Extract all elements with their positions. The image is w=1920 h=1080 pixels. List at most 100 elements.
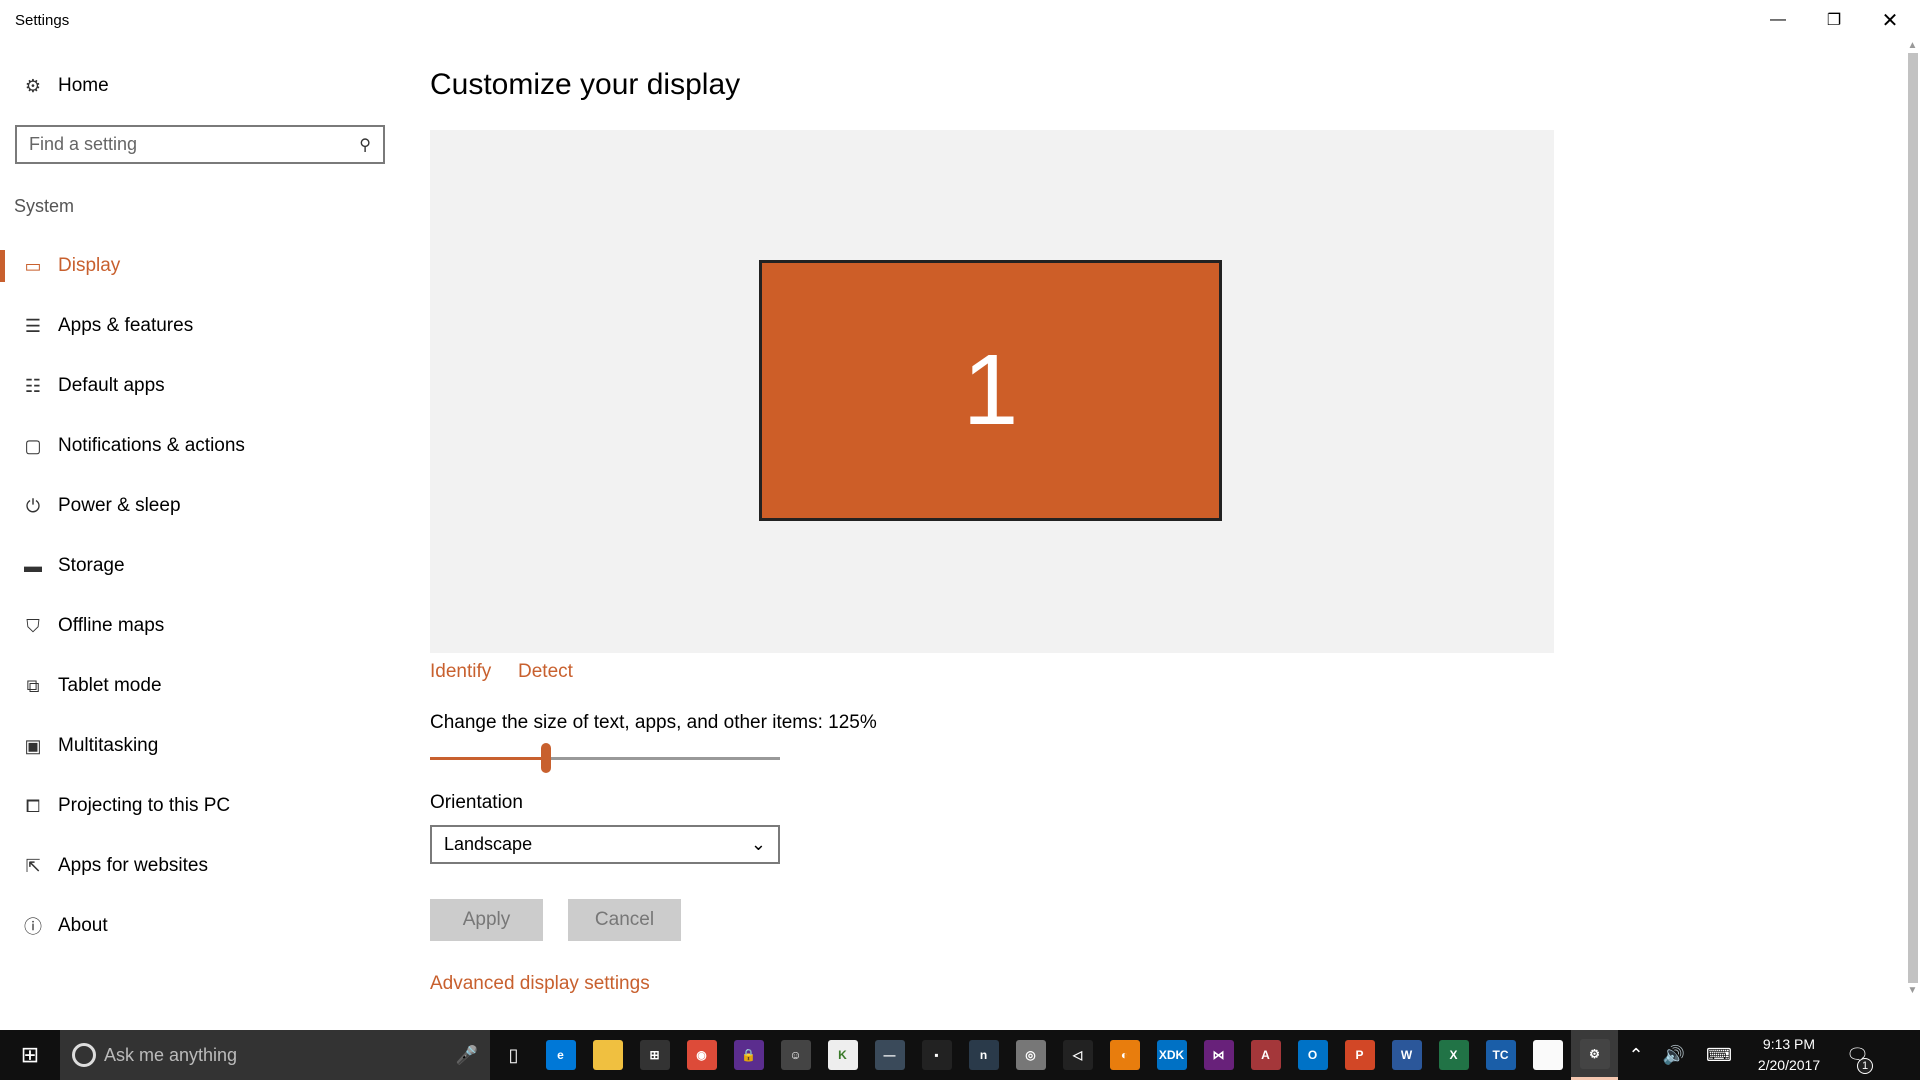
- taskbar-word-button[interactable]: W: [1383, 1030, 1430, 1080]
- sidebar-item-label: Notifications & actions: [58, 435, 245, 456]
- sidebar-item-projecting-to-this-pc[interactable]: ⧠ Projecting to this PC: [0, 778, 400, 834]
- sidebar-item-about[interactable]: ⓘ About: [0, 898, 400, 954]
- scrollbar[interactable]: ▲ ▼: [1905, 40, 1920, 1030]
- taskbar-chrome-button[interactable]: ◉: [678, 1030, 725, 1080]
- eye-app-icon: ◎: [1015, 1040, 1046, 1070]
- taskbar-unity-button[interactable]: ◁: [1054, 1030, 1101, 1080]
- taskbar-tc-button[interactable]: TC: [1477, 1030, 1524, 1080]
- settings-icon: ⚙: [1579, 1038, 1610, 1069]
- sidebar-item-display[interactable]: ▭ Display: [0, 238, 400, 294]
- tc-icon: TC: [1485, 1040, 1516, 1070]
- taskbar-file-explorer-button[interactable]: [584, 1030, 631, 1080]
- sidebar-item-storage[interactable]: ▬ Storage: [0, 538, 400, 594]
- clock[interactable]: 9:13 PM 2/20/2017: [1744, 1034, 1834, 1076]
- taskbar-dash-app-button[interactable]: —: [866, 1030, 913, 1080]
- close-button[interactable]: ✕: [1862, 0, 1918, 40]
- orientation-dropdown[interactable]: Landscape ⌄: [430, 825, 780, 864]
- sidebar-item-label: Display: [58, 255, 121, 276]
- sidebar-item-label: Tablet mode: [58, 675, 162, 696]
- multitasking-icon: ▣: [24, 735, 42, 756]
- notification-badge: 1: [1857, 1058, 1873, 1074]
- taskbar-xdk-button[interactable]: XDK: [1148, 1030, 1195, 1080]
- sidebar-item-default-apps[interactable]: ☷ Default apps: [0, 358, 400, 414]
- sidebar-item-power-sleep[interactable]: ⏻ Power & sleep: [0, 478, 400, 534]
- sidebar-item-notifications-actions[interactable]: ▢ Notifications & actions: [0, 418, 400, 474]
- sidebar-item-multitasking[interactable]: ▣ Multitasking: [0, 718, 400, 774]
- taskbar-visual-studio-button[interactable]: ⋈: [1195, 1030, 1242, 1080]
- microphone-icon[interactable]: 🎤: [456, 1045, 478, 1066]
- taskbar-store-button[interactable]: ⊞: [631, 1030, 678, 1080]
- taskbar-mascot-app-button[interactable]: ☺: [772, 1030, 819, 1080]
- sidebar-item-apps-features[interactable]: ☰ Apps & features: [0, 298, 400, 354]
- action-center-button[interactable]: 🗨 1: [1834, 1030, 1881, 1080]
- taskbar-lock-app-button[interactable]: 🔒: [725, 1030, 772, 1080]
- sidebar-item-tablet-mode[interactable]: ⧉ Tablet mode: [0, 658, 400, 714]
- taskbar-blender-button[interactable]: ◐: [1101, 1030, 1148, 1080]
- word-icon: W: [1391, 1040, 1422, 1070]
- sidebar-item-label: Offline maps: [58, 615, 165, 636]
- taskbar-edge-button[interactable]: e: [537, 1030, 584, 1080]
- show-hidden-icons-button[interactable]: ⌃: [1618, 1030, 1654, 1080]
- sidebar-item-label: Apps for websites: [58, 855, 208, 876]
- n-app-icon: n: [968, 1040, 999, 1070]
- monitor-1[interactable]: 1: [759, 260, 1222, 521]
- time: 9:13 PM: [1762, 1036, 1816, 1052]
- file-icon: [1532, 1040, 1563, 1070]
- taskbar-file-button[interactable]: [1524, 1030, 1571, 1080]
- sidebar-home[interactable]: ⚙ Home: [0, 58, 400, 114]
- volume-icon[interactable]: 🔊: [1654, 1030, 1694, 1080]
- sidebar-item-label: About: [58, 915, 108, 936]
- apply-button[interactable]: Apply: [430, 899, 543, 941]
- taskbar-outlook-button[interactable]: O: [1289, 1030, 1336, 1080]
- advanced-display-settings-link[interactable]: Advanced display settings: [430, 973, 650, 995]
- map-icon: ⛉: [26, 615, 40, 636]
- identify-link[interactable]: Identify: [430, 661, 491, 683]
- cortana-icon: [72, 1043, 96, 1067]
- notification-icon: ▢: [24, 435, 42, 456]
- taskbar-n-app-button[interactable]: n: [960, 1030, 1007, 1080]
- task-view-button[interactable]: ▯: [490, 1030, 537, 1080]
- xdk-icon: XDK: [1156, 1040, 1187, 1070]
- taskbar-terminal-button[interactable]: ▪: [913, 1030, 960, 1080]
- minimize-button[interactable]: —: [1750, 0, 1806, 40]
- edge-icon: e: [545, 1040, 576, 1070]
- tablet-icon: ⧉: [26, 675, 40, 696]
- sidebar-item-apps-for-websites[interactable]: ⇱ Apps for websites: [0, 838, 400, 894]
- taskbar-excel-button[interactable]: X: [1430, 1030, 1477, 1080]
- sidebar-item-label: Projecting to this PC: [58, 795, 231, 816]
- sidebar-item-offline-maps[interactable]: ⛉ Offline maps: [0, 598, 400, 654]
- taskbar-k-app-button[interactable]: K: [819, 1030, 866, 1080]
- taskbar: ⊞ Ask me anything 🎤 ▯ e ⊞ ◉ 🔒 ☺ K — ▪ n ◎ ◁ ◐ XDK ⋈ A O…: [0, 1030, 1920, 1080]
- find-setting-input[interactable]: Find a setting ⚲: [15, 125, 385, 164]
- home-label: Home: [58, 75, 109, 96]
- chevron-down-icon: ⌄: [750, 834, 766, 854]
- blender-icon: ◐: [1109, 1040, 1140, 1070]
- keyboard-icon[interactable]: ⌨: [1694, 1030, 1744, 1080]
- dash-app-icon: —: [874, 1040, 905, 1070]
- start-button[interactable]: ⊞: [0, 1030, 60, 1080]
- cortana-search[interactable]: Ask me anything 🎤: [60, 1030, 490, 1080]
- default-apps-icon: ☷: [24, 375, 42, 396]
- visual-studio-icon: ⋈: [1203, 1040, 1234, 1070]
- taskbar-powerpoint-button[interactable]: P: [1336, 1030, 1383, 1080]
- taskbar-access-button[interactable]: A: [1242, 1030, 1289, 1080]
- storage-icon: ▬: [24, 555, 42, 576]
- scale-slider-thumb[interactable]: [540, 743, 551, 773]
- search-placeholder: Find a setting: [29, 134, 138, 154]
- file-explorer-icon: [592, 1040, 623, 1070]
- mascot-app-icon: ☺: [780, 1040, 811, 1070]
- restore-button[interactable]: ❐: [1806, 0, 1862, 40]
- scale-label: Change the size of text, apps, and other…: [430, 712, 877, 733]
- apps-websites-icon: ⇱: [25, 855, 41, 876]
- taskbar-settings-button[interactable]: ⚙: [1571, 1030, 1618, 1080]
- scroll-up-icon[interactable]: ▲: [1905, 40, 1920, 51]
- scroll-down-icon[interactable]: ▼: [1905, 985, 1920, 996]
- sidebar-item-label: Power & sleep: [58, 495, 181, 516]
- page-title: Customize your display: [430, 68, 741, 101]
- taskbar-eye-app-button[interactable]: ◎: [1007, 1030, 1054, 1080]
- detect-link[interactable]: Detect: [518, 661, 573, 683]
- store-icon: ⊞: [639, 1040, 670, 1070]
- scrollbar-thumb[interactable]: [1907, 53, 1918, 983]
- cancel-button[interactable]: Cancel: [568, 899, 681, 941]
- projecting-icon: ⧠: [25, 795, 41, 816]
